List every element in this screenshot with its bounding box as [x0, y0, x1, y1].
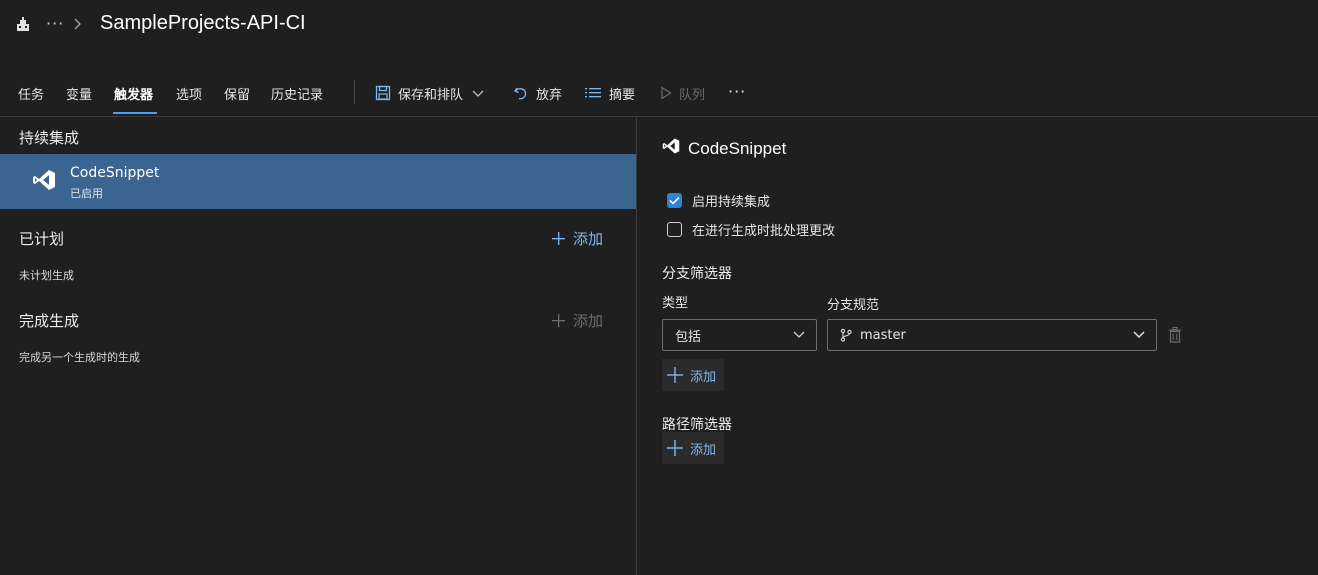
branch-filters-title: 分支筛选器 — [662, 266, 732, 282]
queue-label: 队列 — [679, 87, 706, 103]
batch-changes-checkbox[interactable] — [667, 222, 682, 237]
branch-spec-label: 分支规范 — [827, 298, 880, 313]
plus-icon — [667, 367, 683, 383]
trash-icon[interactable] — [1168, 327, 1182, 343]
save-and-queue-button[interactable]: 保存和排队 — [375, 82, 485, 104]
tab-retention[interactable]: 保留 — [224, 84, 250, 103]
ci-trigger-item[interactable]: CodeSnippet 已启用 — [0, 154, 636, 209]
ci-item-name: CodeSnippet — [70, 165, 160, 181]
active-tab-indicator — [113, 112, 157, 114]
enable-ci-label: 启用持续集成 — [692, 195, 771, 210]
enable-ci-checkbox[interactable] — [667, 193, 682, 208]
tab-options[interactable]: 选项 — [176, 84, 202, 103]
tab-triggers[interactable]: 触发器 — [114, 84, 153, 103]
filter-type-label: 类型 — [662, 296, 689, 311]
trigger-details-panel: CodeSnippet 启用持续集成 在进行生成时批处理更改 分支筛选器 类型 … — [637, 117, 1318, 575]
details-title: CodeSnippet — [688, 139, 787, 158]
triggers-list-panel: 持续集成 CodeSnippet 已启用 已计划 添加 未计划生成 完成生成 添… — [0, 117, 636, 575]
toolbar: 任务 变量 触发器 选项 保留 历史记录 保存和排队 放弃 摘要 队列 ··· — [0, 70, 1318, 116]
visual-studio-icon — [33, 170, 55, 190]
tab-history[interactable]: 历史记录 — [271, 84, 323, 103]
summary-button[interactable]: 摘要 — [584, 82, 635, 104]
discard-label: 放弃 — [536, 87, 563, 103]
visual-studio-icon — [662, 138, 680, 154]
completion-section-title: 完成生成 — [19, 312, 80, 330]
plus-icon — [667, 440, 683, 456]
add-path-filter-label: 添加 — [690, 442, 717, 458]
ci-section-title: 持续集成 — [19, 129, 80, 147]
save-icon — [375, 85, 391, 101]
chevron-down-icon — [472, 90, 484, 97]
path-filters-title: 路径筛选器 — [662, 417, 732, 433]
pipelines-icon[interactable] — [14, 16, 32, 34]
branch-icon — [840, 328, 852, 342]
add-path-filter-button[interactable]: 添加 — [662, 432, 724, 464]
batch-changes-label: 在进行生成时批处理更改 — [692, 224, 836, 239]
branch-spec-dropdown[interactable]: master — [827, 319, 1157, 351]
checkmark-icon — [669, 196, 680, 205]
ci-item-status: 已启用 — [70, 187, 103, 200]
add-completion-label: 添加 — [573, 312, 604, 330]
top-bar: ··· SampleProjects-API-CI — [0, 0, 1318, 56]
filter-type-value: 包括 — [675, 329, 702, 345]
chevron-right-icon — [74, 18, 81, 30]
completion-description: 完成另一个生成时的生成 — [19, 351, 140, 364]
scheduled-section-title: 已计划 — [19, 230, 65, 248]
summary-label: 摘要 — [609, 87, 636, 103]
tab-tasks[interactable]: 任务 — [18, 84, 44, 103]
queue-button[interactable]: 队列 — [660, 82, 705, 104]
toolbar-more-icon[interactable]: ··· — [728, 80, 746, 102]
chevron-down-icon — [793, 331, 805, 338]
add-branch-filter-button[interactable]: 添加 — [662, 359, 724, 391]
branch-spec-value: master — [860, 327, 906, 343]
save-and-queue-label: 保存和排队 — [398, 87, 464, 103]
no-schedule-text: 未计划生成 — [19, 269, 74, 282]
toolbar-divider — [354, 80, 355, 104]
add-completion-trigger-button[interactable]: 添加 — [552, 310, 603, 331]
filter-type-dropdown[interactable]: 包括 — [662, 319, 817, 351]
play-icon — [661, 86, 672, 100]
breadcrumb-more-icon[interactable]: ··· — [46, 14, 64, 33]
add-schedule-label: 添加 — [573, 230, 604, 248]
batch-changes-checkbox-row[interactable]: 在进行生成时批处理更改 — [667, 220, 835, 239]
chevron-down-icon — [1133, 331, 1145, 339]
page-title: SampleProjects-API-CI — [100, 12, 306, 34]
tab-variables[interactable]: 变量 — [66, 84, 92, 103]
plus-icon — [552, 314, 565, 327]
plus-icon — [552, 232, 565, 245]
undo-icon — [514, 87, 527, 100]
enable-ci-checkbox-row[interactable]: 启用持续集成 — [667, 191, 770, 210]
add-branch-filter-label: 添加 — [690, 369, 717, 385]
list-icon — [585, 88, 601, 98]
discard-button[interactable]: 放弃 — [513, 82, 562, 104]
add-schedule-button[interactable]: 添加 — [552, 228, 603, 249]
